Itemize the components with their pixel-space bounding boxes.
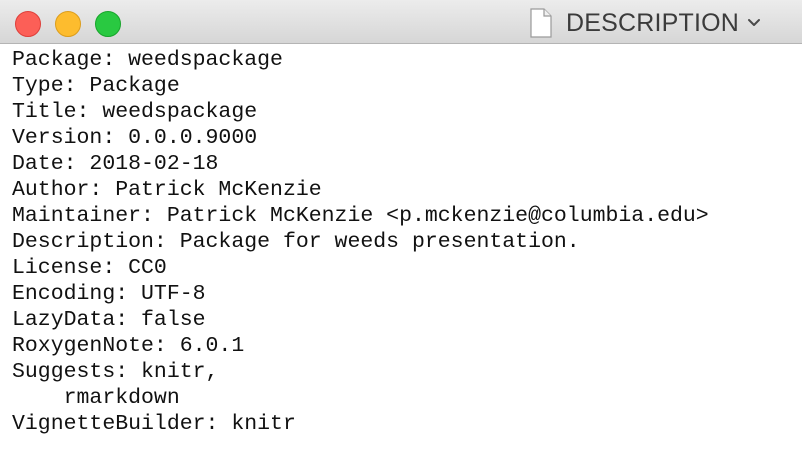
text-line: Author: Patrick McKenzie: [12, 178, 322, 202]
chevron-down-icon[interactable]: [747, 18, 761, 28]
document-icon: [530, 8, 552, 38]
text-line: Description: Package for weeds presentat…: [12, 230, 580, 254]
text-line: Date: 2018-02-18: [12, 152, 219, 176]
close-button[interactable]: [15, 11, 41, 37]
text-editor-window: DESCRIPTION Package: weedspackage Type: …: [0, 0, 802, 452]
zoom-button[interactable]: [95, 11, 121, 37]
document-text-area[interactable]: Package: weedspackage Type: Package Titl…: [0, 45, 802, 452]
text-line: RoxygenNote: 6.0.1: [12, 334, 245, 358]
text-line: LazyData: false: [12, 308, 206, 332]
text-line: VignetteBuilder: knitr: [12, 412, 296, 436]
text-line: Version: 0.0.0.9000: [12, 126, 258, 150]
minimize-button[interactable]: [55, 11, 81, 37]
text-line: Encoding: UTF-8: [12, 282, 206, 306]
text-line: Type: Package: [12, 74, 180, 98]
text-line: Suggests: knitr,: [12, 360, 219, 384]
text-line: Package: weedspackage: [12, 48, 283, 72]
text-line: License: CC0: [12, 256, 167, 280]
text-line: rmarkdown: [12, 386, 180, 410]
title-bar[interactable]: DESCRIPTION: [0, 0, 802, 44]
window-title-control[interactable]: DESCRIPTION: [530, 6, 761, 40]
text-line: Maintainer: Patrick McKenzie <p.mckenzie…: [12, 204, 709, 228]
window-title: DESCRIPTION: [566, 8, 740, 37]
text-line: Title: weedspackage: [12, 100, 258, 124]
